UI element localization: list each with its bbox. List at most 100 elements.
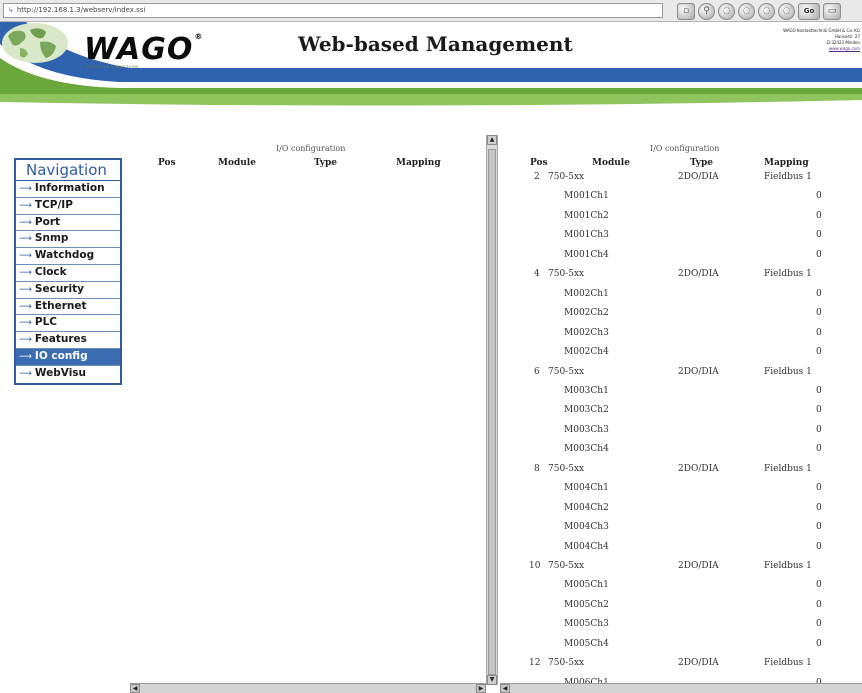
nav-item-label: Snmp (34, 232, 69, 245)
forward-icon[interactable]: ◌ (738, 2, 755, 20)
arrow-icon: ⟶ (19, 200, 32, 211)
right-horizontal-scrollbar[interactable]: ◀ (500, 683, 862, 693)
channel-row: M004Ch3 0 (500, 522, 862, 542)
arrow-icon: ⟶ (19, 217, 32, 228)
company-info: WAGO Kontakttechnik GmbH & Co. KG Hansas… (738, 28, 860, 52)
arrow-icon: ⟶ (19, 351, 32, 362)
scroll-down-icon[interactable]: ▼ (487, 675, 497, 685)
module-mapping: Fieldbus 1 (764, 172, 812, 182)
nav-item-label: IO config (34, 349, 88, 362)
nav-item-clock[interactable]: ⟶ Clock (16, 265, 120, 282)
nav-item-webvisu[interactable]: ⟶ WebVisu (16, 366, 120, 383)
nav-item-snmp[interactable]: ⟶ Snmp (16, 231, 120, 249)
nav-item-io-config[interactable]: ⟶ IO config (16, 348, 120, 366)
channel-value: 0 (816, 288, 822, 299)
nav-item-watchdog[interactable]: ⟶ Watchdog (16, 248, 120, 265)
module-row: 10 750-5xx 2DO/DIA Fieldbus 1 (500, 561, 862, 581)
channel-row: M006Ch1 0 (500, 678, 862, 683)
nav-item-label: Ethernet (34, 299, 87, 312)
nav-item-features[interactable]: ⟶ Features (16, 332, 120, 349)
channel-value: 0 (816, 308, 822, 319)
left-header-module: Module (218, 158, 256, 168)
nav-item-label: Watchdog (34, 249, 95, 262)
navigation-list: ⟶ Information ⟶ TCP/IP ⟶ Port ⟶ Snmp ⟶ Watchdog ⟶ C… (16, 181, 120, 383)
channel-name: M004Ch2 (564, 502, 609, 513)
search-icon[interactable]: ⚲ (698, 2, 715, 20)
channel-name: M003Ch4 (564, 444, 609, 455)
channel-value: 0 (816, 405, 822, 416)
channel-name: M001Ch1 (564, 191, 609, 202)
home-icon[interactable]: ◌ (778, 2, 795, 20)
channel-row: M002Ch3 0 (500, 328, 862, 348)
nav-item-label: PLC (34, 316, 57, 329)
module-type: 2DO/DIA (678, 658, 719, 669)
channel-value: 0 (816, 249, 822, 260)
scroll-right-icon[interactable]: ▶ (476, 684, 486, 693)
minimize-icon[interactable]: ▫ (677, 2, 695, 20)
left-header-type: Type (314, 158, 337, 168)
nav-item-security[interactable]: ⟶ Security (16, 282, 120, 299)
arrow-icon: ⟶ (19, 368, 32, 379)
module-type: 2DO/DIA (678, 269, 719, 280)
module-mapping: Fieldbus 1 (764, 366, 812, 377)
channel-name: M005Ch1 (564, 580, 609, 591)
module-mapping: Fieldbus 1 (764, 269, 812, 280)
nav-item-tcp-ip[interactable]: ⟶ TCP/IP (16, 198, 120, 215)
channel-value: 0 (816, 599, 822, 610)
right-header-type: Type (690, 158, 713, 168)
channel-row: M003Ch4 0 (500, 444, 862, 464)
right-header-pos: Pos (530, 158, 548, 168)
channel-name: M005Ch2 (564, 599, 609, 610)
module-type: 2DO/DIA (678, 172, 719, 182)
company-link[interactable]: www.wago.com (738, 46, 860, 52)
vertical-scrollbar[interactable]: ▲ ▼ (486, 135, 498, 685)
scroll-up-icon[interactable]: ▲ (487, 135, 497, 145)
nav-item-port[interactable]: ⟶ Port (16, 215, 120, 232)
module-name: 750-5xx (548, 366, 585, 377)
channel-name: M005Ch4 (564, 638, 609, 649)
channel-row: M001Ch3 0 (500, 230, 862, 250)
page-title: Web-based Management (298, 32, 573, 56)
channel-name: M002Ch1 (564, 288, 609, 299)
channel-row: M002Ch2 0 (500, 308, 862, 328)
right-header-module: Module (592, 158, 630, 168)
channel-value: 0 (816, 444, 822, 455)
scroll-left-icon[interactable]: ◀ (130, 684, 140, 693)
channel-row: M005Ch1 0 (500, 580, 862, 600)
nav-item-label: WebVisu (34, 366, 87, 379)
channel-value: 0 (816, 483, 822, 494)
module-name: 750-5xx (548, 658, 585, 669)
channel-name: M001Ch2 (564, 210, 609, 221)
right-config-title: I/O configuration (650, 144, 720, 153)
channel-name: M005Ch3 (564, 619, 609, 630)
nav-item-label: Features (34, 333, 87, 346)
window-icon[interactable]: ▭ (823, 2, 841, 20)
channel-value: 0 (816, 347, 822, 358)
module-pos: 2 (534, 172, 540, 182)
nav-item-ethernet[interactable]: ⟶ Ethernet (16, 299, 120, 316)
nav-item-plc[interactable]: ⟶ PLC (16, 315, 120, 333)
channel-row: M002Ch1 0 (500, 289, 862, 309)
nav-item-label: Security (34, 282, 84, 295)
left-header-pos: Pos (158, 158, 176, 168)
go-button[interactable]: Go (798, 2, 820, 20)
arrow-icon: ⟶ (19, 251, 32, 262)
nav-item-label: Port (34, 215, 61, 228)
channel-value: 0 (816, 385, 822, 396)
arrow-icon: ⟶ (19, 335, 32, 346)
channel-value: 0 (816, 424, 822, 435)
nav-item-information[interactable]: ⟶ Information (16, 181, 120, 198)
browser-buttons: ▫ ⚲ ◌ ◌ ◌ ◌ Go ▭ (677, 2, 841, 20)
scroll-thumb[interactable] (488, 149, 496, 675)
channel-name: M004Ch3 (564, 522, 609, 533)
left-horizontal-scrollbar[interactable]: ◀ ▶ (130, 683, 486, 693)
module-pos: 4 (534, 269, 540, 280)
channel-value: 0 (816, 522, 822, 533)
scroll-left-icon[interactable]: ◀ (500, 684, 510, 693)
arrow-icon: ⟶ (19, 267, 32, 278)
module-row: 2 750-5xx 2DO/DIA Fieldbus 1 (500, 172, 862, 192)
back-icon[interactable]: ◌ (718, 2, 735, 20)
url-input[interactable]: ↳ http://192.168.1.3/webserv/index.ssi (3, 3, 663, 18)
reload-icon[interactable]: ◌ (758, 2, 775, 20)
module-name: 750-5xx (548, 463, 585, 474)
